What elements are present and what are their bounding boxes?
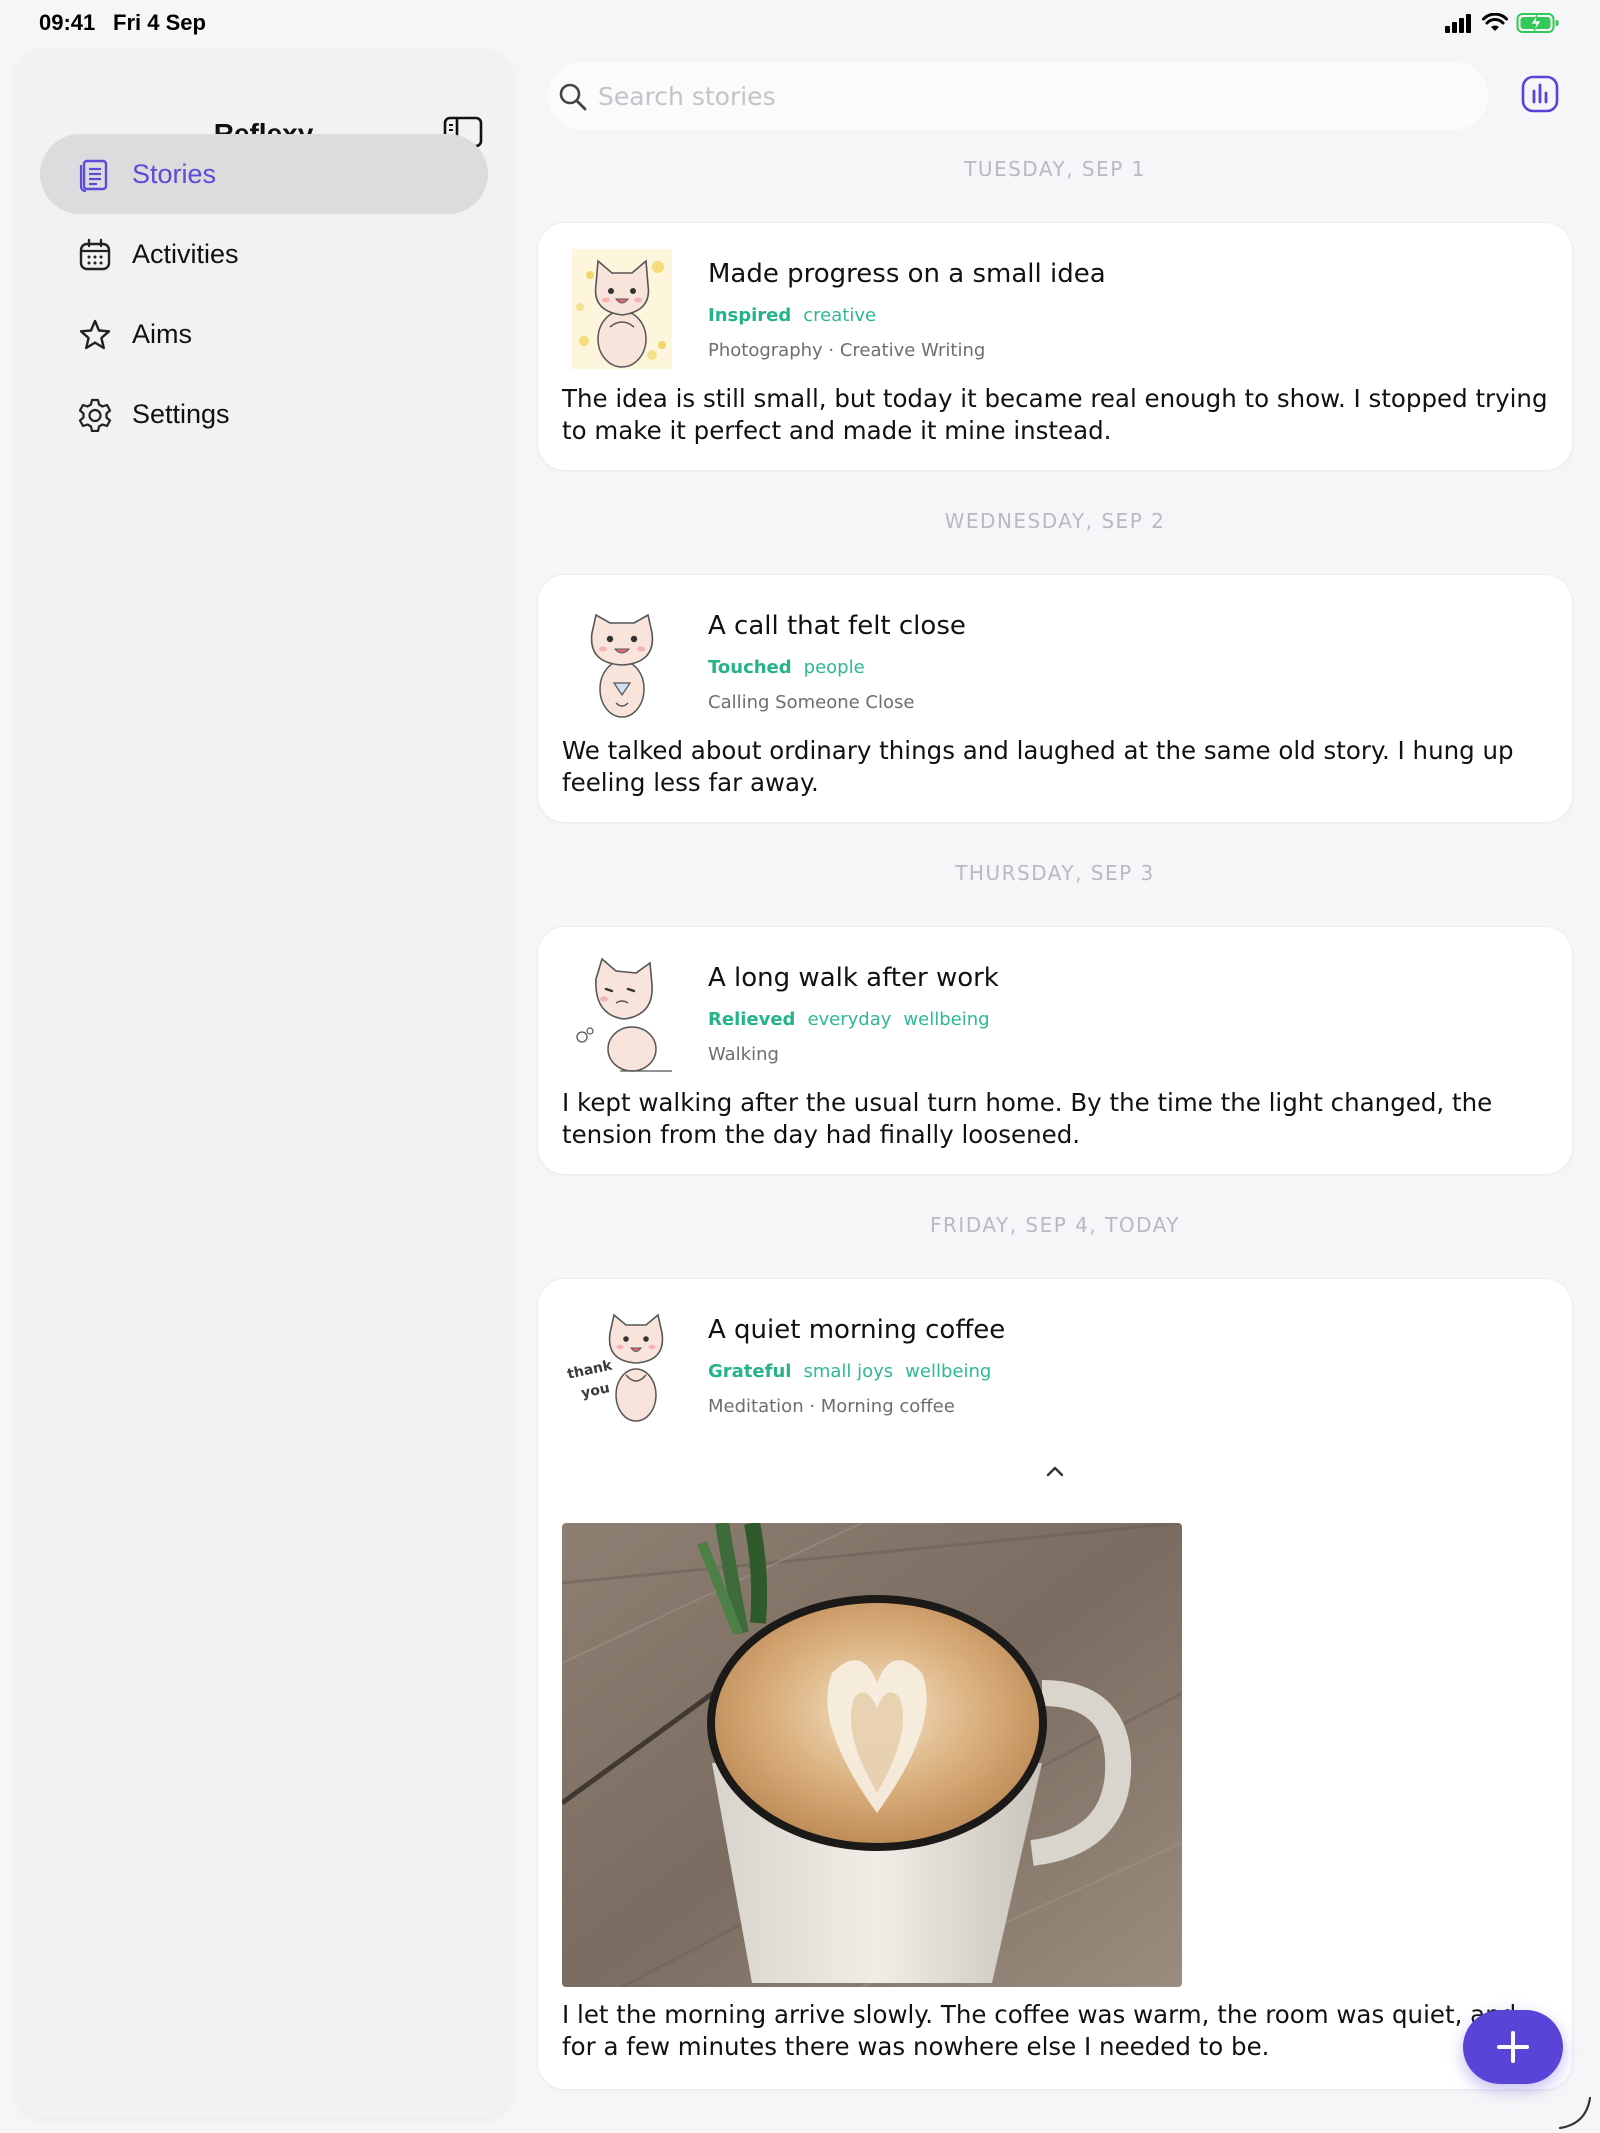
sidebar: Reflexy Stories Activities: [15, 50, 512, 2118]
sidebar-item-label: Stories: [132, 159, 217, 189]
story-tags: Touched people: [708, 657, 865, 678]
mood-tag: Grateful: [708, 1361, 792, 1382]
tag: wellbeing: [905, 1361, 992, 1382]
story-title: A call that felt close: [708, 611, 966, 641]
gear-icon: [78, 398, 112, 432]
sticker-text: you: [580, 1380, 611, 1402]
date-header: WEDNESDAY, SEP 2: [944, 509, 1166, 533]
story-tags: Relieved everyday wellbeing: [708, 1009, 990, 1030]
story-tags: Grateful small joys wellbeing: [708, 1361, 991, 1382]
cat-sticker-icon: [572, 249, 672, 369]
cellular-signal-icon: [1445, 14, 1471, 33]
story-card[interactable]: Made progress on a small idea Inspired c…: [537, 222, 1573, 471]
sidebar-item-label: Activities: [132, 239, 239, 269]
cat-sticker-icon: [590, 613, 654, 718]
story-title: Made progress on a small idea: [708, 259, 1106, 289]
date-header: TUESDAY, SEP 1: [964, 157, 1146, 181]
story-activities: Photography · Creative Writing: [708, 340, 986, 361]
resize-corner-icon: [1558, 2096, 1592, 2130]
statistics-icon[interactable]: [1520, 74, 1560, 114]
status-time: 09:41: [39, 10, 96, 35]
stories-icon: [79, 159, 108, 192]
story-title: A long walk after work: [708, 963, 999, 993]
cat-sticker-icon: thank you: [566, 1313, 664, 1422]
story-title: A quiet morning coffee: [708, 1315, 1006, 1345]
search-icon: [559, 83, 587, 111]
sidebar-item-label: Settings: [132, 399, 230, 429]
plus-icon: [1497, 2031, 1529, 2063]
battery-charging-icon: [1516, 13, 1559, 33]
tag: creative: [803, 305, 877, 326]
story-body: I let the morning arrive slowly. The cof…: [562, 2000, 1517, 2061]
sidebar-item-settings[interactable]: Settings: [40, 374, 488, 454]
tag: small joys: [803, 1361, 894, 1382]
coffee-photo: [562, 1523, 1182, 1987]
sidebar-item-activities[interactable]: Activities: [40, 214, 488, 294]
wifi-icon: [1482, 13, 1508, 31]
status-icons: [1444, 12, 1560, 34]
status-bar: 09:41 Fri 4 Sep: [0, 0, 1600, 48]
mood-tag: Relieved: [708, 1009, 796, 1030]
story-activities: Walking: [708, 1044, 779, 1065]
search-input[interactable]: [598, 76, 1458, 116]
sidebar-item-label: Aims: [132, 319, 192, 349]
story-activities: Meditation · Morning coffee: [708, 1396, 955, 1417]
tag: people: [803, 657, 865, 678]
story-tags: Inspired creative: [708, 305, 876, 326]
cat-sticker-icon: [576, 957, 672, 1072]
story-body: The idea is still small, but today it be…: [562, 384, 1548, 445]
date-header: THURSDAY, SEP 3: [955, 861, 1155, 885]
story-card[interactable]: A call that felt close Touched people Ca…: [537, 574, 1573, 823]
tag: everyday: [807, 1009, 892, 1030]
story-body: I kept walking after the usual turn home…: [562, 1088, 1493, 1149]
story-card[interactable]: A long walk after work Relieved everyday…: [537, 926, 1573, 1175]
story-card[interactable]: thank you A quiet morning coffee Gratefu…: [537, 1278, 1573, 2090]
sticker-text: thank: [566, 1357, 614, 1382]
mood-tag: Touched: [708, 657, 792, 678]
date-header: FRIDAY, SEP 4, TODAY: [930, 1213, 1180, 1237]
status-date: Fri 4 Sep: [113, 10, 206, 35]
tag: wellbeing: [903, 1009, 990, 1030]
star-icon: [79, 319, 111, 350]
mood-tag: Inspired: [708, 305, 792, 326]
search-bar[interactable]: [548, 62, 1488, 130]
sidebar-item-stories[interactable]: Stories: [40, 134, 488, 214]
story-activities: Calling Someone Close: [708, 692, 915, 713]
chevron-up-icon[interactable]: [1040, 1461, 1070, 1481]
calendar-icon: [79, 238, 111, 271]
sidebar-item-aims[interactable]: Aims: [40, 294, 488, 374]
add-story-button[interactable]: [1463, 2010, 1563, 2084]
story-body: We talked about ordinary things and laug…: [562, 736, 1514, 797]
